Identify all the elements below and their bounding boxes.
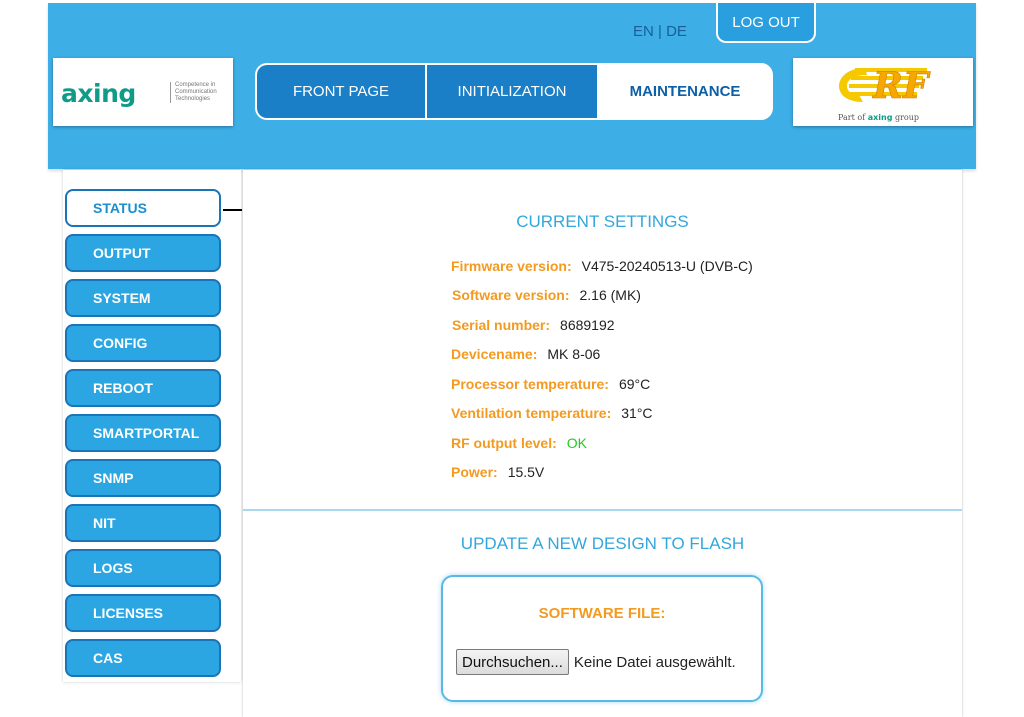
nav-maintenance[interactable]: MAINTENANCE [599,65,771,118]
sidebar-item-smartportal[interactable]: SMARTPORTAL [65,414,221,452]
sidebar-item-reboot[interactable]: REBOOT [65,369,221,407]
sidebar-item-logs[interactable]: LOGS [65,549,221,587]
software-file-label: SOFTWARE FILE: [538,605,666,622]
info-label: Serial number: [452,317,551,333]
header-bar: EN | DE LOG OUT axing Competence in Comm… [48,3,976,169]
file-input: Durchsuchen... Keine Datei ausgewählt. [456,649,736,675]
info-value: 2.16 (MK) [579,287,641,303]
info-label: Ventilation temperature: [451,405,612,421]
sidebar: STATUS OUTPUT SYSTEM CONFIG REBOOT SMART… [63,170,241,682]
rf-sub-caption: Part of axing group [838,113,919,122]
info-label: Processor temperature: [451,376,609,392]
nav-initialization[interactable]: INITIALIZATION [427,65,597,118]
main-nav: FRONT PAGE INITIALIZATION MAINTENANCE [255,63,773,120]
info-row-firmware: Firmware version: V475-20240513-U (DVB-C… [451,258,753,274]
file-status-text: Keine Datei ausgewählt. [573,653,736,671]
rf-sub-brand: axing [867,113,893,122]
rf-sub-prefix: Part of [838,113,866,122]
lang-en-link[interactable]: EN [633,23,654,40]
sidebar-item-output[interactable]: OUTPUT [65,234,221,272]
main-content: CURRENT SETTINGS Firmware version: V475-… [243,170,962,717]
rf-sub-suffix: group [894,113,920,122]
sidebar-item-status[interactable]: STATUS [65,189,221,227]
sidebar-item-cas[interactable]: CAS [65,639,221,677]
info-row-power: Power: 15.5V [451,464,544,480]
sidebar-item-snmp[interactable]: SNMP [65,459,221,497]
nav-front-page[interactable]: FRONT PAGE [257,65,425,118]
info-row-serial: Serial number: 8689192 [452,317,615,333]
sidebar-item-nit[interactable]: NIT [65,504,221,542]
info-label: Devicename: [451,346,538,362]
info-value: 69°C [618,376,651,392]
axing-logo-text: axing [61,79,136,108]
active-item-connector [223,209,242,211]
rf-status-value: OK [566,435,588,451]
section-divider [243,509,962,511]
axing-logo: axing Competence in Communication Techno… [53,58,233,126]
rf-logo: RF Part of axing group [793,58,973,126]
sidebar-item-config[interactable]: CONFIG [65,324,221,362]
lang-de-link[interactable]: DE [666,23,687,40]
info-row-devicename: Devicename: MK 8-06 [451,346,600,362]
info-value: V475-20240513-U (DVB-C) [581,258,753,274]
lang-separator: | [658,23,662,40]
language-switcher: EN | DE [633,23,687,40]
info-row-ventilation-temp: Ventilation temperature: 31°C [451,405,653,421]
info-label: Firmware version: [451,258,572,274]
info-value: 31°C [621,405,653,421]
info-value: MK 8-06 [547,346,601,362]
browse-button[interactable]: Durchsuchen... [456,649,569,675]
axing-tagline: Competence in Communication Technologies [170,82,235,103]
info-value: 15.5V [507,464,545,480]
update-title: UPDATE A NEW DESIGN TO FLASH [460,534,745,553]
info-label: RF output level: [451,435,557,451]
info-row-processor-temp: Processor temperature: 69°C [451,376,650,392]
current-settings-title: CURRENT SETTINGS [516,212,689,231]
rf-logo-icon: RF [839,65,931,107]
software-file-box: SOFTWARE FILE: Durchsuchen... Keine Date… [441,575,763,702]
info-label: Software version: [452,287,570,303]
rf-logo-text: RF [872,65,931,107]
sidebar-item-system[interactable]: SYSTEM [65,279,221,317]
info-label: Power: [451,464,498,480]
info-value: 8689192 [560,317,615,333]
info-row-software: Software version: 2.16 (MK) [452,287,641,303]
sidebar-item-licenses[interactable]: LICENSES [65,594,221,632]
info-row-rf-output: RF output level: OK [451,435,587,451]
logout-button[interactable]: LOG OUT [716,3,816,43]
